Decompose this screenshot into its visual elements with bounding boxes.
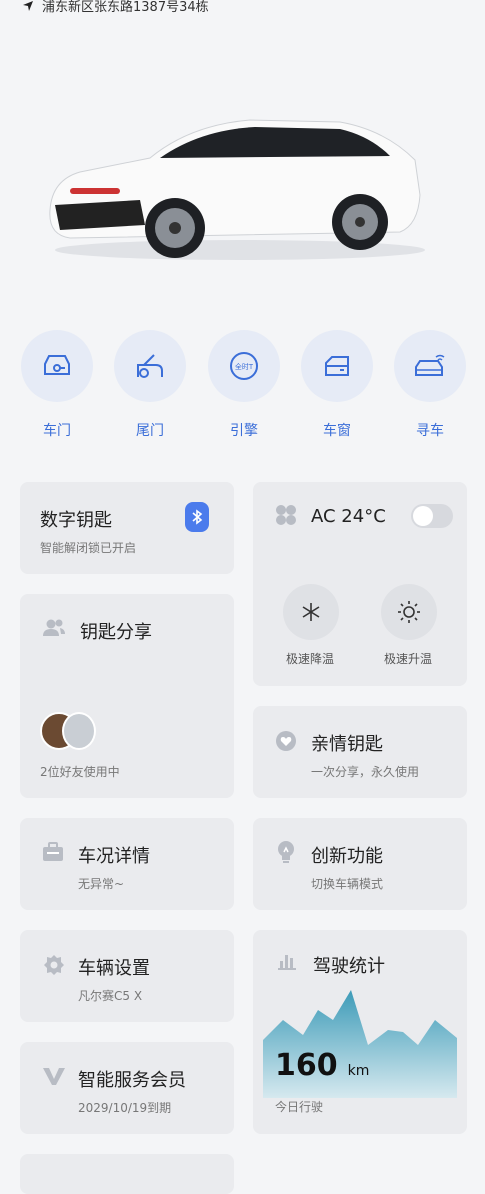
condition-subtitle: 无异常~ bbox=[78, 877, 125, 891]
car-image bbox=[49, 119, 425, 260]
control-label-window: 车窗 bbox=[323, 423, 351, 439]
driving-distance: 160 km bbox=[275, 1048, 369, 1083]
control-door[interactable]: 车门 bbox=[19, 330, 95, 440]
membership-card[interactable]: 智能服务会员 2029/10/19到期 bbox=[20, 1042, 234, 1134]
gear-icon bbox=[44, 955, 64, 975]
ac-toggle[interactable] bbox=[411, 504, 453, 528]
family-key-title: 亲情钥匙 bbox=[311, 734, 383, 755]
membership-title: 智能服务会员 bbox=[78, 1070, 186, 1091]
settings-card[interactable]: 车辆设置 凡尔赛C5 X bbox=[20, 930, 234, 1022]
key-share-title: 钥匙分享 bbox=[80, 622, 152, 643]
driving-stats-card[interactable]: 驾驶统计 160 km 今日行驶 bbox=[253, 930, 467, 1134]
digital-key-card[interactable]: 数字钥匙 智能解闭锁已开启 bbox=[20, 482, 234, 574]
location-bar[interactable]: 浦东新区张东路1387号34栋 bbox=[22, 0, 209, 15]
sun-icon bbox=[381, 584, 437, 640]
family-key-subtitle: 一次分享，永久使用 bbox=[311, 765, 420, 779]
innovation-card[interactable]: 创新功能 切换车辆模式 bbox=[253, 818, 467, 910]
ac-label: AC 24°C bbox=[311, 506, 386, 527]
key-share-card[interactable]: 钥匙分享 2位好友使用中 bbox=[20, 594, 234, 798]
lightbulb-icon bbox=[278, 841, 294, 863]
control-tailgate[interactable]: 尾门 bbox=[112, 330, 188, 440]
family-key-card[interactable]: 亲情钥匙 一次分享，永久使用 bbox=[253, 706, 467, 798]
condition-title: 车况详情 bbox=[78, 846, 150, 867]
navigation-arrow-icon bbox=[23, 0, 33, 11]
quick-heat-label: 极速升温 bbox=[384, 652, 433, 666]
heart-icon bbox=[276, 731, 296, 751]
driving-value: 160 bbox=[275, 1048, 338, 1083]
control-label-door: 车门 bbox=[43, 423, 71, 439]
tailgate-icon bbox=[114, 330, 186, 402]
settings-subtitle: 凡尔赛C5 X bbox=[78, 989, 143, 1003]
car-window-icon bbox=[301, 330, 373, 402]
innovation-title: 创新功能 bbox=[311, 846, 383, 867]
control-label-engine: 引擎 bbox=[230, 423, 258, 439]
driving-caption: 今日行驶 bbox=[275, 1100, 324, 1114]
avatar bbox=[62, 712, 96, 750]
users-icon bbox=[43, 619, 65, 636]
driving-unit: km bbox=[347, 1063, 370, 1079]
condition-card[interactable]: 车况详情 无异常~ bbox=[20, 818, 234, 910]
control-label-tailgate: 尾门 bbox=[136, 423, 164, 439]
quick-cool-label: 极速降温 bbox=[286, 652, 335, 666]
digital-key-status: 智能解闭锁已开启 bbox=[40, 541, 137, 555]
engine-badge-icon: 全时T bbox=[208, 330, 280, 402]
fan-icon bbox=[276, 505, 296, 525]
innovation-subtitle: 切换车辆模式 bbox=[311, 877, 384, 891]
bar-chart-icon bbox=[278, 955, 296, 970]
bluetooth-icon[interactable] bbox=[185, 502, 209, 532]
membership-expiry: 2029/10/19到期 bbox=[78, 1101, 172, 1115]
snowflake-icon bbox=[283, 584, 339, 640]
control-label-find-car: 寻车 bbox=[416, 423, 444, 439]
control-engine[interactable]: 全时T 引擎 bbox=[206, 330, 282, 440]
quick-cool-button[interactable] bbox=[283, 584, 339, 640]
control-find-car[interactable]: 寻车 bbox=[392, 330, 468, 440]
find-car-icon bbox=[394, 330, 466, 402]
driving-stats-title: 驾驶统计 bbox=[313, 956, 385, 977]
key-share-status: 2位好友使用中 bbox=[40, 765, 120, 779]
digital-key-title: 数字钥匙 bbox=[40, 510, 112, 531]
next-card-partial[interactable] bbox=[20, 1154, 234, 1194]
ac-card: AC 24°C 极速降温 极速升温 bbox=[253, 482, 467, 686]
location-address: 浦东新区张东路1387号34栋 bbox=[42, 0, 209, 15]
engine-badge-text: 全时T bbox=[235, 362, 254, 371]
quick-heat-button[interactable] bbox=[381, 584, 437, 640]
v-logo-icon bbox=[43, 1068, 65, 1085]
settings-title: 车辆设置 bbox=[78, 958, 150, 979]
control-window[interactable]: 车窗 bbox=[299, 330, 375, 440]
briefcase-icon bbox=[43, 842, 63, 861]
car-door-key-icon bbox=[21, 330, 93, 402]
